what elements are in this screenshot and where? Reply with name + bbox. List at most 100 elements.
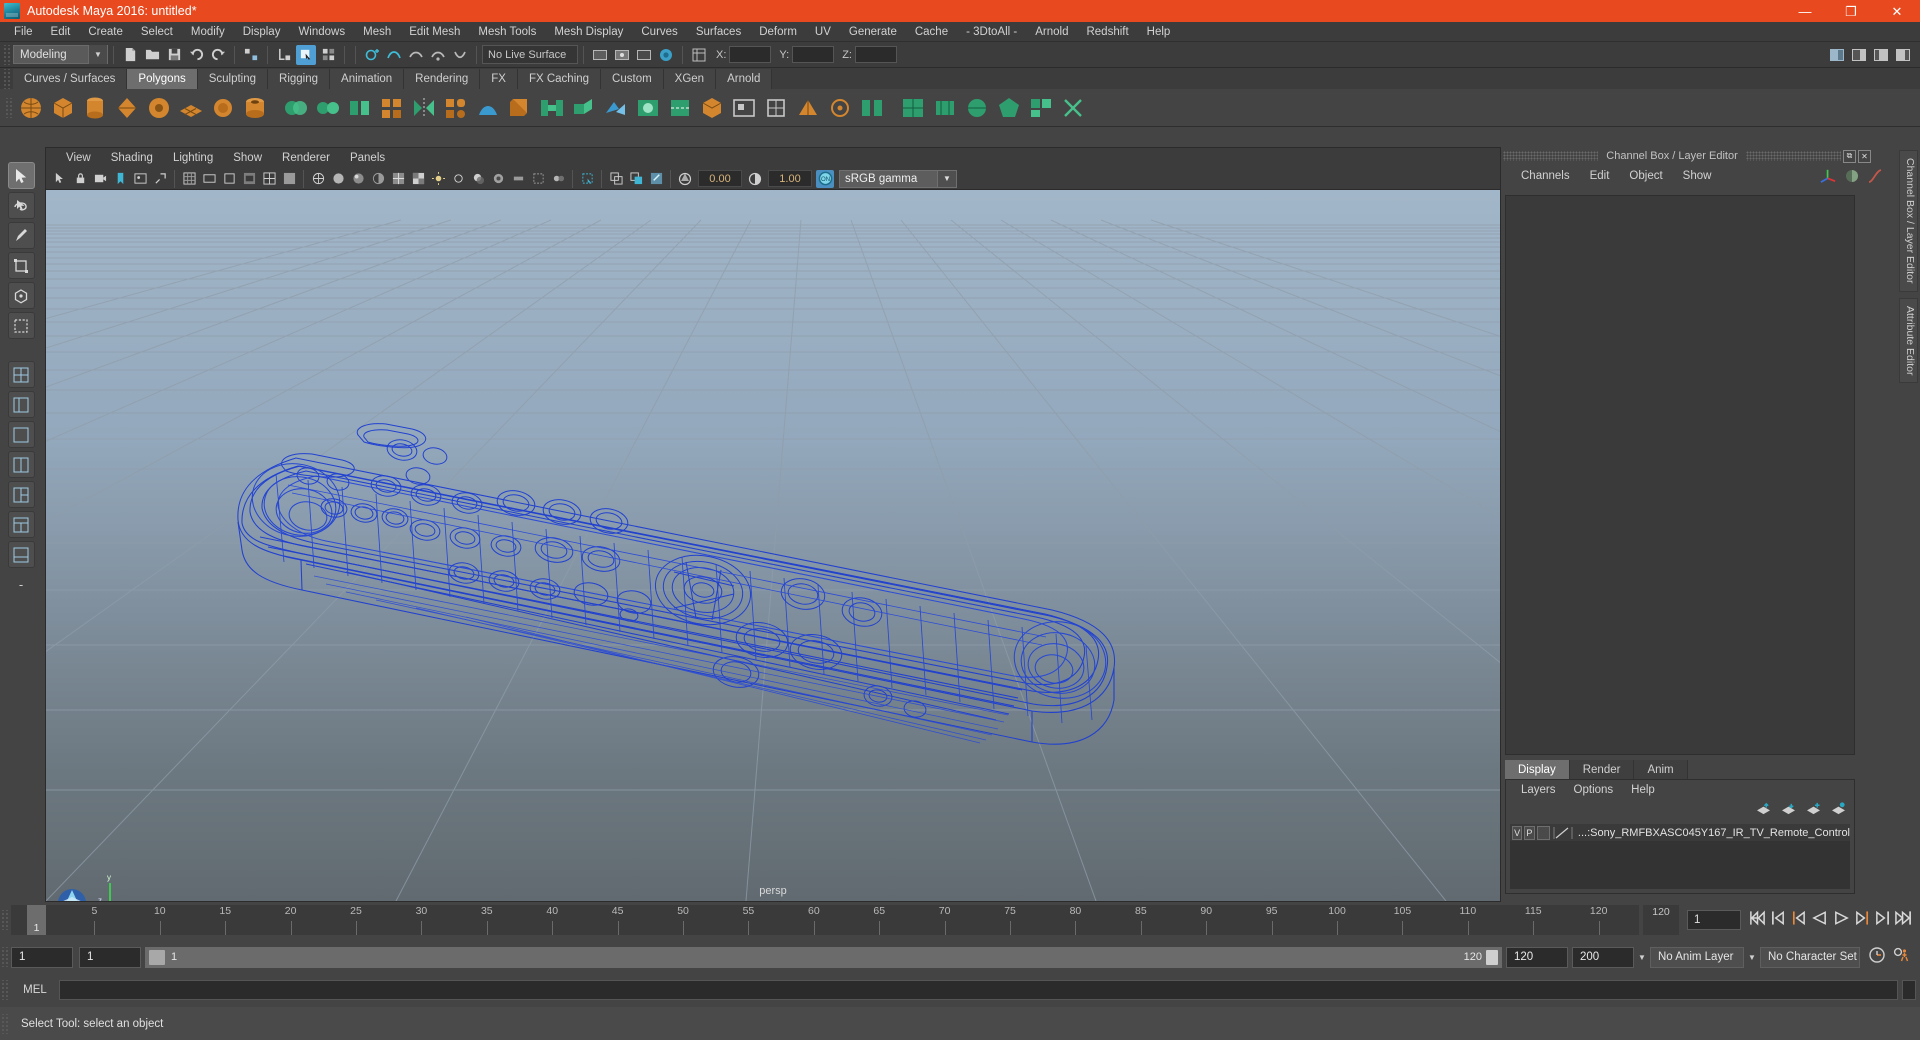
two-d-pan-zoom-icon[interactable] — [151, 170, 169, 188]
menu-modify[interactable]: Modify — [182, 22, 234, 42]
select-camera-icon[interactable] — [51, 170, 69, 188]
poly-primitive-cube2-icon[interactable] — [697, 93, 727, 123]
uv-planar-icon[interactable] — [898, 93, 928, 123]
layer-menu-layers[interactable]: Layers — [1512, 784, 1565, 796]
undock-icon[interactable]: ⧉ — [1843, 149, 1856, 163]
range-start-input[interactable]: 1 — [11, 946, 73, 968]
append-polygon-icon[interactable] — [601, 93, 631, 123]
poly-cylinder-icon[interactable] — [80, 93, 110, 123]
bevel-icon[interactable] — [505, 93, 535, 123]
menu-mesh[interactable]: Mesh — [354, 22, 400, 42]
layer-menu-options[interactable]: Options — [1565, 784, 1623, 796]
bookmark-icon[interactable] — [111, 170, 129, 188]
statusline-gripper[interactable] — [2, 44, 10, 65]
show-hide-attribute-editor-icon[interactable] — [1849, 45, 1869, 65]
channelbox-menu-show[interactable]: Show — [1673, 170, 1722, 182]
range-handle-left[interactable] — [149, 949, 165, 965]
create-new-layer-icon[interactable] — [1806, 802, 1821, 820]
dock-drag-dots-right[interactable] — [1745, 151, 1841, 161]
viewport-3d[interactable]: persp y x z — [46, 190, 1500, 901]
motion-blur-icon[interactable] — [509, 170, 527, 188]
menu-cache[interactable]: Cache — [906, 22, 957, 42]
play-backwards-button[interactable] — [1811, 910, 1828, 931]
lasso-tool-button[interactable] — [7, 192, 35, 219]
panel-menu-renderer[interactable]: Renderer — [272, 152, 340, 164]
uv-cylindrical-icon[interactable] — [930, 93, 960, 123]
rotate-tool-button[interactable] — [7, 282, 35, 309]
menu-file[interactable]: File — [5, 22, 42, 42]
uv-spherical-icon[interactable] — [962, 93, 992, 123]
shelf-tab-sculpting[interactable]: Sculpting — [197, 69, 269, 89]
channel-box-content[interactable] — [1505, 195, 1855, 755]
current-frame-input[interactable]: 1 — [1687, 910, 1741, 930]
shelf-tab-polygons[interactable]: Polygons — [127, 69, 198, 89]
menu-uv[interactable]: UV — [806, 22, 840, 42]
snap-to-projected-center-icon[interactable] — [428, 45, 448, 65]
statusbar-gripper[interactable] — [0, 1013, 8, 1034]
vertical-tab-channel-box[interactable]: Channel Box / Layer Editor — [1899, 150, 1918, 292]
undo-icon[interactable] — [186, 45, 206, 65]
mel-command-input[interactable] — [59, 980, 1898, 1000]
live-surface-field[interactable]: No Live Surface — [482, 45, 578, 64]
anim-layer-combo[interactable]: No Anim Layer — [1650, 946, 1744, 968]
screen-space-ao-icon[interactable] — [489, 170, 507, 188]
screen-space-icon[interactable] — [729, 93, 759, 123]
panel-menu-show[interactable]: Show — [223, 152, 272, 164]
color-management-combo[interactable]: sRGB gamma ▼ — [839, 169, 957, 188]
multi-cut-icon[interactable] — [665, 93, 695, 123]
panel-menu-view[interactable]: View — [56, 152, 101, 164]
chevron-down-icon[interactable]: ▼ — [1744, 947, 1760, 968]
create-layer-from-selected-icon[interactable] — [1831, 802, 1846, 820]
layout-outliner-persp-button[interactable] — [7, 541, 35, 568]
mel-gripper[interactable] — [0, 980, 8, 1000]
shadows-icon[interactable] — [469, 170, 487, 188]
anim-curve-icon[interactable] — [1867, 168, 1883, 189]
layer-list[interactable]: V P ...:Sony_RMFBXASC045Y167_IR_TV_Remot… — [1510, 824, 1850, 889]
anim-start-input[interactable]: 1 — [79, 946, 141, 968]
menu-mesh-display[interactable]: Mesh Display — [545, 22, 632, 42]
shelf-tab-fx-caching[interactable]: FX Caching — [517, 69, 602, 89]
redo-icon[interactable] — [208, 45, 228, 65]
connect-icon[interactable] — [857, 93, 887, 123]
step-forward-key-button[interactable] — [1855, 910, 1870, 931]
texture-toggle-icon[interactable] — [409, 170, 427, 188]
current-time-indicator[interactable]: 1 — [27, 905, 46, 935]
shelf-tab-xgen[interactable]: XGen — [663, 69, 717, 89]
go-to-end-button[interactable] — [1895, 910, 1912, 931]
coord-input-z[interactable] — [854, 46, 897, 63]
toggle-channel-box-icon[interactable] — [689, 45, 709, 65]
menu-display[interactable]: Display — [234, 22, 290, 42]
snap-to-curve-icon[interactable] — [384, 45, 404, 65]
menu-select[interactable]: Select — [132, 22, 182, 42]
quad-draw-icon[interactable] — [761, 93, 791, 123]
render-settings-icon[interactable] — [634, 45, 654, 65]
layout-four-view-button[interactable] — [7, 361, 35, 388]
depth-of-field-icon[interactable] — [549, 170, 567, 188]
film-gate-icon[interactable] — [200, 170, 218, 188]
lock-camera-icon[interactable] — [71, 170, 89, 188]
poly-cube-icon[interactable] — [48, 93, 78, 123]
combine-icon[interactable] — [281, 93, 311, 123]
paint-selection-tool-button[interactable] — [7, 222, 35, 249]
step-forward-frame-button[interactable] — [1875, 910, 1890, 931]
smooth-shade-all-icon[interactable] — [349, 170, 367, 188]
step-back-frame-button[interactable] — [1771, 910, 1786, 931]
maximize-button[interactable]: ❐ — [1828, 0, 1874, 22]
script-editor-button[interactable] — [1902, 980, 1916, 1000]
panel-menu-panels[interactable]: Panels — [340, 152, 395, 164]
panel-menu-shading[interactable]: Shading — [101, 152, 163, 164]
select-by-object-type-icon[interactable] — [296, 44, 316, 65]
close-panel-icon[interactable]: ✕ — [1858, 149, 1871, 163]
menu-mesh-tools[interactable]: Mesh Tools — [469, 22, 545, 42]
poly-sphere-icon[interactable] — [16, 93, 46, 123]
step-back-key-button[interactable] — [1791, 910, 1806, 931]
shade-options-icon[interactable] — [369, 170, 387, 188]
time-slider[interactable]: 1 5 10 15 20 25 30 35 40 45 50 55 60 65 70 75 80 85 90 95 1… — [11, 905, 1639, 935]
shelf-tab-fx[interactable]: FX — [480, 69, 518, 89]
boolean-icon[interactable] — [377, 93, 407, 123]
layout-hypergraph-button[interactable] — [7, 511, 35, 538]
vertical-tab-attribute-editor[interactable]: Attribute Editor — [1899, 297, 1918, 383]
color-management-toggle-icon[interactable]: ON — [816, 169, 834, 188]
character-set-combo[interactable]: No Character Set — [1760, 946, 1860, 968]
open-scene-icon[interactable] — [142, 45, 162, 65]
